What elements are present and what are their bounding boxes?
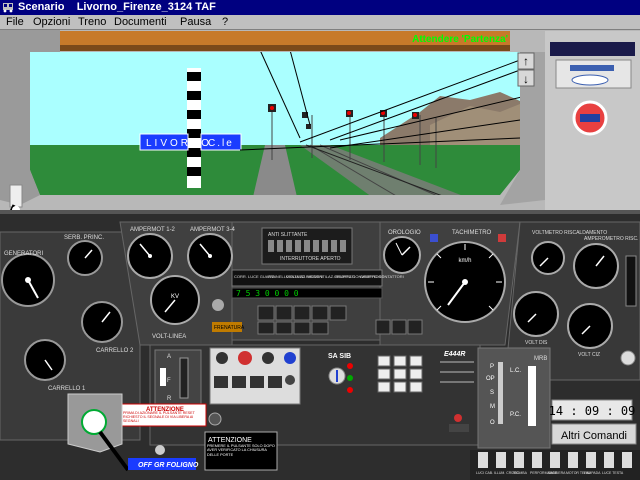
label-carrello1: CARRELLO 1 xyxy=(48,386,86,392)
label-luci-cab: LUCI CAB. xyxy=(476,471,493,475)
app-window: Scenario Livorno_Firenze_3124 TAF File O… xyxy=(0,0,640,480)
altri-comandi-label: Altri Comandi xyxy=(561,430,627,442)
station-sign-left: LIVORNO xyxy=(146,138,212,149)
attenzione-2-title: ATTENZIONE xyxy=(208,437,252,444)
label-lc: L.C. xyxy=(510,368,521,374)
label-handle-f: F xyxy=(167,378,171,384)
cab-view: LIVORNO C.le Attendere 'Partenza' ↑ ↓ GE… xyxy=(0,30,640,480)
arrow-up-icon: ↑ xyxy=(523,54,529,68)
brake-lever[interactable] xyxy=(528,366,536,426)
status-message: Attendere 'Partenza' xyxy=(412,34,508,45)
brake-key[interactable] xyxy=(81,409,107,435)
menu-help[interactable]: ? xyxy=(222,15,228,29)
label-orologio: OROLOGIO xyxy=(388,230,421,236)
label-tromba: TROMBA xyxy=(512,471,528,475)
menu-documenti[interactable]: Documenti xyxy=(114,15,167,29)
label-pos-op: OP xyxy=(486,376,495,382)
label-pc: P.C. xyxy=(510,412,521,418)
label-mrb: MRB xyxy=(534,356,547,362)
label-sabbiera: SABBIERA xyxy=(548,471,566,475)
label-tachimetro: TACHIMETRO xyxy=(452,230,492,236)
label-generatori: GENERATORI xyxy=(4,251,43,257)
train-icon[interactable] xyxy=(2,1,14,13)
clock-display: 14 : 09 : 09 xyxy=(549,404,636,418)
menu-pausa[interactable]: Pausa xyxy=(180,15,211,29)
lcd-display: 7 5 3 0 0 0 0 xyxy=(236,289,299,298)
station-sign-right: C.le xyxy=(208,138,234,149)
red-button[interactable] xyxy=(238,351,252,365)
label-kmh: km/h xyxy=(458,258,471,264)
label-ampermot-12: AMPERMOT 1-2 xyxy=(130,227,176,233)
label-ampermot-34: AMPERMOT 3-4 xyxy=(190,227,236,233)
label-sasib: SA SIB xyxy=(328,353,351,360)
reverser-handle[interactable] xyxy=(160,368,166,386)
attenzione-1-text: PRIMA DI AZIONARE IL PULSANTE RESET RICH… xyxy=(123,411,195,423)
label-handle-r: R xyxy=(167,396,172,402)
outside-view: LIVORNO C.le xyxy=(30,49,540,211)
label-amperometro-risc: AMPEROMETRO RISC. xyxy=(584,236,638,242)
label-serbatoio: SERB. PRINC. xyxy=(64,235,104,241)
label-gruppo-contattori: GRUPPO CONTATTORI xyxy=(360,274,404,279)
menu-opzioni[interactable]: Opzioni xyxy=(33,15,70,29)
window-title: Scenario Livorno_Firenze_3124 TAF xyxy=(18,1,216,13)
label-luce-testa: LUCE TESTA xyxy=(602,471,624,475)
label-interruttore-aperto: INTERRUTTORE APERTO xyxy=(280,256,341,262)
label-carrello2: CARRELLO 2 xyxy=(96,348,134,354)
label-volt-linea: VOLT-LINEA xyxy=(152,334,186,340)
right-knob[interactable] xyxy=(620,350,636,366)
menu-treno[interactable]: Treno xyxy=(78,15,106,29)
label-corr: CORR. xyxy=(234,274,247,279)
small-key-icon xyxy=(155,445,165,455)
foligno-plate: OFF GR FOLIGNO xyxy=(138,462,199,469)
label-pos-m: M xyxy=(490,404,495,410)
label-pos-s: S xyxy=(490,390,494,396)
blue-button[interactable] xyxy=(284,352,296,364)
label-lampada: LAMPADA xyxy=(584,471,601,475)
tromba-button[interactable] xyxy=(454,414,462,422)
label-antislittante: ANTI SLITTANTE xyxy=(268,232,308,238)
label-volt-ciz: VOLT CIZ xyxy=(578,352,600,358)
label-volt-dis: VOLT DIS xyxy=(525,340,548,346)
bottom-switch-row: LUCI CAB. ILLUM. CRUSC. TROMBA PERFORMAN… xyxy=(470,450,640,480)
label-pos-p: P xyxy=(490,364,494,370)
title-bar: Scenario Livorno_Firenze_3124 TAF xyxy=(0,0,640,15)
label-kv-unit: KV xyxy=(171,294,179,300)
menu-file[interactable]: File xyxy=(6,15,24,29)
attenzione-2-text: PREMERE IL PULSANTE SOLO DOPO AVER VERIF… xyxy=(207,444,275,457)
arrow-down-icon: ↓ xyxy=(523,72,529,86)
fm-handle[interactable] xyxy=(179,357,189,399)
label-pos-o: O xyxy=(490,420,495,426)
menu-bar: File Opzioni Treno Documenti Pausa ? xyxy=(0,15,640,30)
label-e444r: E444R xyxy=(444,351,465,358)
label-frenatura: FRENATURA xyxy=(214,325,245,331)
label-handle-a: A xyxy=(167,354,171,360)
